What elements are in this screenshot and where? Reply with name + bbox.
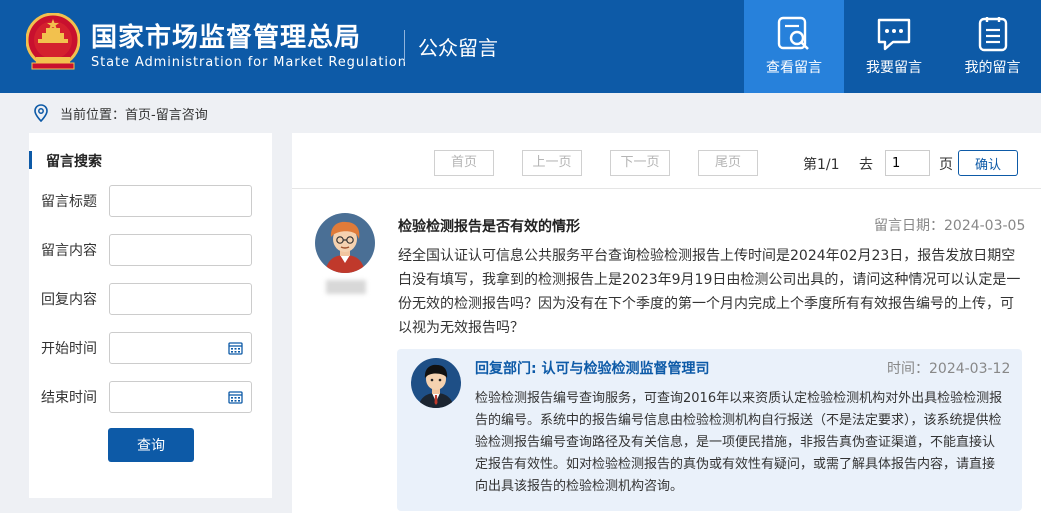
user-avatar-icon — [315, 213, 375, 273]
reply-content-input[interactable] — [109, 283, 252, 315]
reply-body: 检验检测报告编号查询服务，可查询2016年以来资质认定检验检测机构对外出具检验检… — [475, 391, 1003, 494]
message-title: 检验检测报告是否有效的情形 — [398, 219, 580, 235]
header-divider — [404, 30, 405, 62]
nav-mine-label: 我的留言 — [964, 60, 1021, 76]
field-label-reply: 回复内容 — [41, 292, 97, 308]
calendar-icon[interactable] — [228, 390, 243, 404]
pager-divider — [292, 188, 1041, 189]
confirm-page-button[interactable]: 确认 — [958, 150, 1018, 176]
page-status: 第1/1 — [803, 157, 840, 173]
page-number-input[interactable] — [885, 150, 930, 176]
goto-label: 去 — [859, 157, 873, 173]
reply-box: 回复部门: 认可与检验检测监督管理司 时间：2024-03-12 检验检测报告编… — [397, 349, 1022, 511]
field-label-end: 结束时间 — [41, 390, 97, 406]
reply-department: 回复部门: 认可与检验检测监督管理司 — [475, 361, 710, 377]
section-name: 公众留言 — [418, 36, 498, 60]
message-panel: 首页 上一页 下一页 尾页 第1/1 去 页 确认 检验检测报告是否有效的情形 … — [292, 133, 1041, 513]
location-pin-icon — [34, 104, 48, 122]
nav-my-messages[interactable]: 我的留言 — [944, 0, 1041, 93]
page-unit-label: 页 — [939, 157, 953, 173]
site-header: 国家市场监督管理总局 State Administration for Mark… — [0, 0, 1041, 93]
search-document-icon — [777, 16, 809, 50]
chat-bubble-icon — [877, 18, 911, 51]
nav-view-label: 查看留言 — [766, 60, 822, 76]
search-panel-title: 留言搜索 — [29, 151, 102, 170]
national-emblem-icon — [26, 13, 80, 70]
field-label-title: 留言标题 — [41, 194, 97, 210]
prev-page-button[interactable]: 上一页 — [522, 150, 582, 176]
next-page-button[interactable]: 下一页 — [610, 150, 670, 176]
breadcrumb-text: 当前位置：首页-留言咨询 — [60, 108, 208, 123]
reply-time: 时间：2024-03-12 — [887, 361, 1011, 377]
field-label-content: 留言内容 — [41, 243, 97, 259]
user-avatar — [315, 213, 375, 273]
search-button[interactable]: 查询 — [108, 428, 194, 462]
nav-post-label: 我要留言 — [866, 60, 922, 76]
calendar-icon[interactable] — [228, 341, 243, 355]
message-body: 经全国认证认可信息公共服务平台查询检验检测报告上传时间是2024年02月23日，… — [398, 248, 1021, 336]
content-input[interactable] — [109, 234, 252, 266]
official-avatar-icon — [411, 358, 461, 408]
search-panel: 留言搜索 留言标题 留言内容 回复内容 开始时间 结束时间 查询 — [29, 133, 272, 498]
nav-post-message[interactable]: 我要留言 — [844, 0, 944, 93]
title-input[interactable] — [109, 185, 252, 217]
field-label-start: 开始时间 — [41, 341, 97, 357]
nav-view-messages[interactable]: 查看留言 — [744, 0, 844, 93]
official-avatar — [411, 358, 461, 408]
site-title-en: State Administration for Market Regulati… — [91, 55, 407, 70]
author-name-redacted — [326, 280, 366, 294]
first-page-button[interactable]: 首页 — [434, 150, 494, 176]
site-title: 国家市场监督管理总局 — [91, 23, 362, 53]
last-page-button[interactable]: 尾页 — [698, 150, 758, 176]
list-document-icon — [978, 17, 1007, 52]
message-date: 留言日期：2024-03-05 — [874, 218, 1026, 234]
